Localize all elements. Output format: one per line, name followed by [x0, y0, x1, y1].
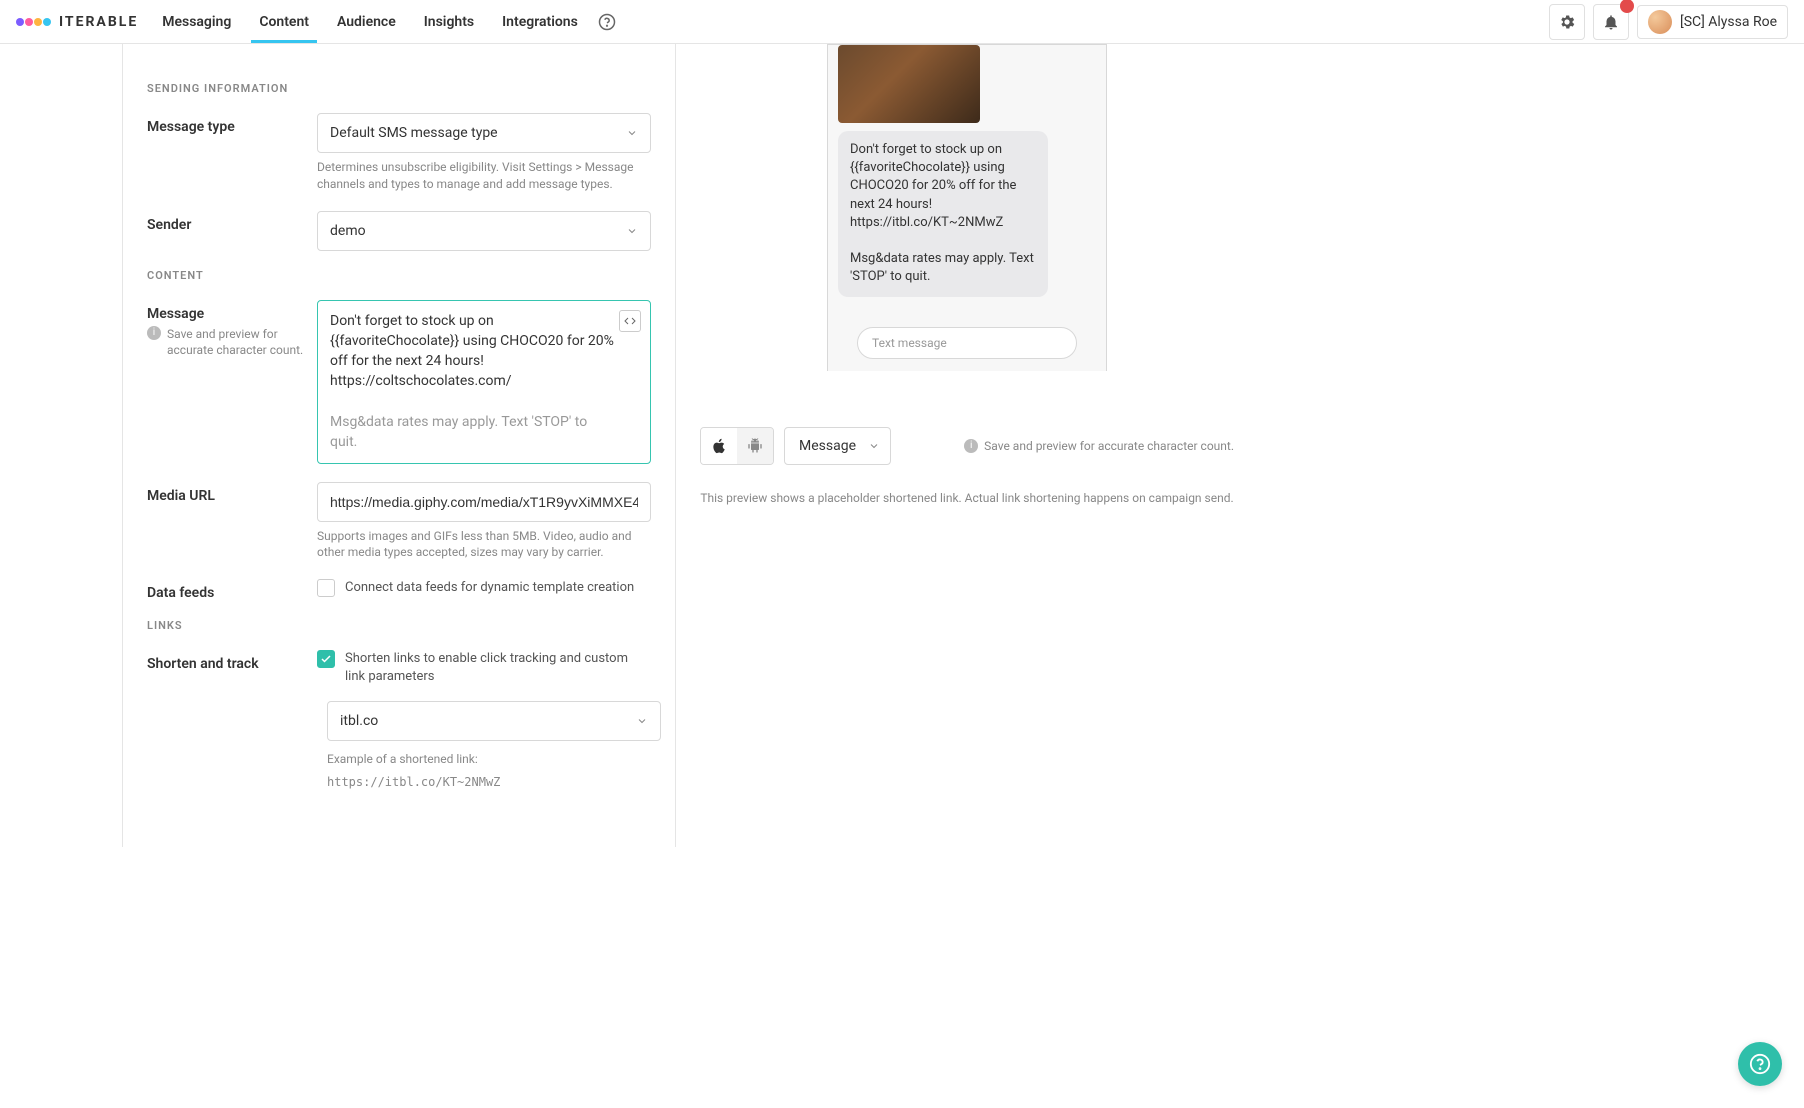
datafeeds-checkbox[interactable] [317, 579, 335, 597]
section-links: LINKS [147, 619, 651, 632]
nav-content[interactable]: Content [259, 2, 309, 42]
label-message: Message [147, 306, 204, 322]
helper-message-type: Determines unsubscribe eligibility. Visi… [317, 159, 651, 193]
nav-integrations[interactable]: Integrations [502, 2, 578, 42]
shorten-checkbox-label: Shorten links to enable click tracking a… [345, 650, 651, 686]
help-icon[interactable] [598, 13, 616, 31]
brand-text: ITERABLE [59, 14, 138, 30]
preview-mode-select[interactable]: Message [784, 427, 891, 465]
info-icon: i [964, 439, 978, 453]
nav-insights[interactable]: Insights [424, 2, 474, 42]
media-url-input[interactable] [317, 482, 651, 522]
apple-toggle[interactable] [701, 428, 737, 464]
example-label: Example of a shortened link: [327, 751, 651, 768]
info-icon: i [147, 326, 161, 340]
user-menu[interactable]: [SC] Alyssa Roe [1637, 5, 1788, 39]
insert-variable-button[interactable] [619, 310, 641, 332]
phone-compose-input: Text message [857, 327, 1077, 359]
user-name: [SC] Alyssa Roe [1680, 14, 1777, 30]
os-toggle [700, 427, 774, 465]
preview-media-thumb [838, 45, 980, 123]
notification-badge [1620, 0, 1634, 13]
shorten-checkbox[interactable] [317, 650, 335, 668]
label-sender: Sender [147, 211, 317, 251]
label-shorten-track: Shorten and track [147, 650, 317, 789]
help-fab[interactable] [1738, 1042, 1782, 1086]
chevron-down-icon [626, 225, 638, 237]
preview-note: Save and preview for accurate character … [984, 439, 1234, 453]
logo-icon [16, 18, 51, 26]
phone-preview: Don't forget to stock up on {{favoriteCh… [827, 44, 1107, 371]
top-nav: ITERABLE Messaging Content Audience Insi… [0, 0, 1804, 44]
label-media-url: Media URL [147, 482, 317, 562]
chevron-down-icon [636, 715, 648, 727]
section-sending-info: SENDING INFORMATION [147, 82, 651, 95]
example-link: https://itbl.co/KT~2NMwZ [327, 775, 651, 789]
chevron-down-icon [626, 127, 638, 139]
nav-audience[interactable]: Audience [337, 2, 396, 42]
sender-select[interactable]: demo [317, 211, 651, 251]
message-textarea[interactable]: Don't forget to stock up on {{favoriteCh… [317, 300, 651, 464]
helper-media-url: Supports images and GIFs less than 5MB. … [317, 528, 651, 562]
settings-button[interactable] [1549, 4, 1585, 40]
sms-bubble: Don't forget to stock up on {{favoriteCh… [838, 131, 1048, 297]
message-type-select[interactable]: Default SMS message type [317, 113, 651, 153]
shorten-domain-select[interactable]: itbl.co [327, 701, 661, 741]
nav-tabs: Messaging Content Audience Insights Inte… [162, 2, 578, 42]
brand-logo[interactable]: ITERABLE [16, 14, 138, 30]
android-toggle[interactable] [737, 428, 773, 464]
label-message-type: Message type [147, 113, 317, 193]
form-panel: SENDING INFORMATION Message type Default… [122, 44, 676, 847]
sublabel-message: Save and preview for accurate character … [167, 326, 317, 360]
preview-panel: Don't forget to stock up on {{favoriteCh… [676, 44, 1258, 847]
label-data-feeds: Data feeds [147, 579, 317, 601]
avatar [1648, 10, 1672, 34]
chevron-down-icon [868, 440, 880, 452]
section-content: CONTENT [147, 269, 651, 282]
notifications-button[interactable] [1593, 4, 1629, 40]
datafeeds-checkbox-label: Connect data feeds for dynamic template … [345, 579, 634, 597]
preview-disclaimer: This preview shows a placeholder shorten… [700, 491, 1234, 505]
nav-messaging[interactable]: Messaging [162, 2, 231, 42]
